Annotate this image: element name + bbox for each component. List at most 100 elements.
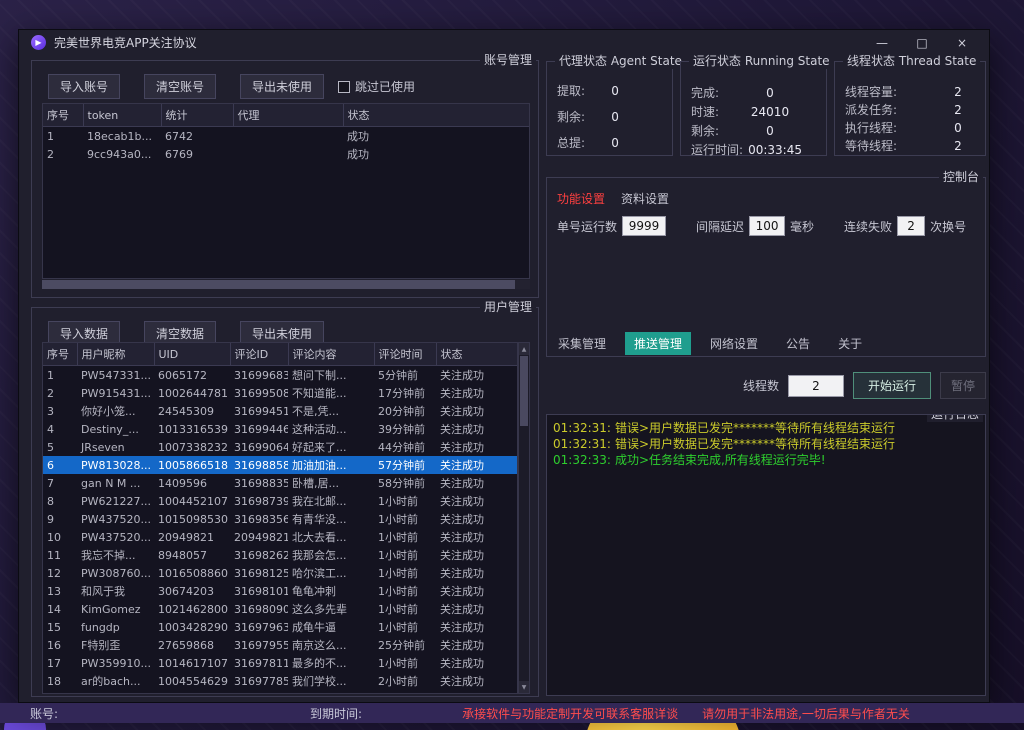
- state-label: 等待线程:: [845, 137, 897, 154]
- user-table-row[interactable]: 1 PW547331... 6065172 31699683 想问下制... 5…: [43, 366, 517, 385]
- cell-uid: 1003428290: [154, 618, 230, 636]
- state-label: 执行线程:: [845, 119, 897, 136]
- col-header-comment-id: 评论ID: [230, 343, 288, 366]
- user-table-row[interactable]: 15 fungdp 1003428290 31697963 成龟牛逼 1小时前 …: [43, 618, 517, 636]
- close-button[interactable]: ×: [947, 33, 977, 53]
- state-value: 0: [585, 110, 645, 124]
- user-table-row[interactable]: 3 你好小笼... 24545309 31699451 不是,凭... 20分钟…: [43, 402, 517, 420]
- user-table-row[interactable]: 6 PW813028... 1005866518 31698858 加油加油..…: [43, 456, 517, 474]
- module-tab[interactable]: 采集管理: [549, 332, 615, 355]
- user-table-row[interactable]: 7 gan N M ... 1409596 31698835 卧槽,居... 5…: [43, 474, 517, 492]
- user-table-row[interactable]: 4 Destiny_... 1013316539 31699446 这种活动..…: [43, 420, 517, 438]
- user-table-row[interactable]: 12 PW308760... 1016508860 31698125 哈尔滨工.…: [43, 564, 517, 582]
- cell-comment-time: 1小时前: [374, 582, 436, 600]
- app-window: ▶ 完美世界电竞APP关注协议 — □ × 账号管理 导入账号 清空账号 导出未…: [18, 29, 990, 703]
- clear-accounts-button[interactable]: 清空账号: [144, 74, 216, 99]
- cell-index: 19: [43, 690, 77, 694]
- module-tab[interactable]: 关于: [829, 332, 871, 355]
- desktop-background: ▶ 完美世界电竞APP关注协议 — □ × 账号管理 导入账号 清空账号 导出未…: [0, 0, 1024, 730]
- state-label: 完成:: [691, 84, 719, 101]
- scroll-up-icon[interactable]: ▲: [519, 343, 529, 355]
- cell-nickname: PW813028...: [77, 456, 154, 474]
- horizontal-scrollbar[interactable]: [42, 280, 530, 289]
- skip-used-checkbox[interactable]: 跳过已使用: [338, 78, 415, 95]
- cell-status: 关注成功: [436, 438, 517, 456]
- cell-comment-id: 31699508: [230, 384, 288, 402]
- module-tab-strip: 采集管理 推送管理 网络设置 公告 关于: [549, 332, 871, 355]
- cell-comment-time: 1小时前: [374, 600, 436, 618]
- col-header-token: token: [83, 104, 161, 127]
- account-table-row[interactable]: 2 9cc943a0... 6769 成功: [43, 145, 529, 163]
- user-table-row[interactable]: 19 和我排一... 19328481 31697674 埋兵怎么... 1小时…: [43, 690, 517, 694]
- cell-stats: 6742: [161, 127, 233, 146]
- module-tab[interactable]: 网络设置: [701, 332, 767, 355]
- agent-state-title: 代理状态 Agent State: [555, 53, 686, 69]
- cell-nickname: PW359910...: [77, 654, 154, 672]
- cell-nickname: PW915431...: [77, 384, 154, 402]
- account-panel-label: 账号管理: [480, 52, 536, 68]
- agent-state-panel: 代理状态 Agent State 提取: 0 剩余: 0 总提:: [546, 61, 673, 156]
- cell-comment-content: 埋兵怎么...: [288, 690, 374, 694]
- state-row: 线程容量: 2: [835, 83, 985, 100]
- user-table-row[interactable]: 17 PW359910... 1014617107 31697811 最多的不.…: [43, 654, 517, 672]
- user-table-row[interactable]: 9 PW437520... 1015098530 31698356 有青华没..…: [43, 510, 517, 528]
- user-table-row[interactable]: 8 PW621227... 1004452107 31698739 我在北邮..…: [43, 492, 517, 510]
- vertical-scrollbar-thumb[interactable]: [520, 356, 528, 426]
- function-settings-row: 单号运行数 间隔延迟 毫秒 连续失败 次换号: [557, 216, 966, 236]
- cell-uid: 24545309: [154, 402, 230, 420]
- fail-switch-input[interactable]: [897, 216, 925, 236]
- maximize-button[interactable]: □: [907, 33, 937, 53]
- module-tab[interactable]: 推送管理: [625, 332, 691, 355]
- user-panel-label: 用户管理: [480, 299, 536, 315]
- user-table-row[interactable]: 14 KimGomez 1021462800 31698090 这么多先辈 1小…: [43, 600, 517, 618]
- cell-uid: 1015098530: [154, 510, 230, 528]
- cell-comment-content: 好起来了...: [288, 438, 374, 456]
- cell-status: 关注成功: [436, 600, 517, 618]
- minimize-button[interactable]: —: [867, 33, 897, 53]
- per-account-run-input[interactable]: [622, 216, 666, 236]
- import-accounts-button[interactable]: 导入账号: [48, 74, 120, 99]
- user-table-row[interactable]: 16 F特别歪 27659868 31697955 南京这么... 25分钟前 …: [43, 636, 517, 654]
- cell-comment-time: 39分钟前: [374, 420, 436, 438]
- cell-index: 2: [43, 384, 77, 402]
- state-value: 2: [943, 85, 973, 99]
- checkbox-box-icon[interactable]: [338, 81, 350, 93]
- state-label: 总提:: [557, 134, 585, 151]
- state-value: 2: [943, 103, 973, 117]
- run-log-panel[interactable]: 运行日志 01:32:31:错误>用户数据已发完*******等待所有线程结束运…: [546, 414, 986, 696]
- statusbar-expiry-label: 到期时间:: [310, 705, 362, 722]
- interval-delay-input[interactable]: [749, 216, 785, 236]
- cell-comment-time: 1小时前: [374, 564, 436, 582]
- account-table-row[interactable]: 1 18ecab1b... 6742 成功: [43, 127, 529, 146]
- export-unused-accounts-button[interactable]: 导出未使用: [240, 74, 324, 99]
- scroll-down-icon[interactable]: ▼: [519, 681, 529, 693]
- user-table-row[interactable]: 10 PW437520... 20949821 20949821 北大去看...…: [43, 528, 517, 546]
- cell-status: 关注成功: [436, 672, 517, 690]
- cell-uid: 19328481: [154, 690, 230, 694]
- cell-comment-time: 1小时前: [374, 654, 436, 672]
- state-label: 线程容量:: [845, 83, 897, 100]
- user-table-row[interactable]: 13 和风于我 30674203 31698101 龟龟冲刺 1小时前 关注成功: [43, 582, 517, 600]
- user-table-row[interactable]: 18 ar的bach... 1004554629 31697785 我们学校..…: [43, 672, 517, 690]
- cell-comment-id: 20949821: [230, 528, 288, 546]
- cell-nickname: JRseven: [77, 438, 154, 456]
- cell-comment-id: 31699683: [230, 366, 288, 385]
- cell-comment-id: 31698101: [230, 582, 288, 600]
- vertical-scrollbar[interactable]: ▲ ▼: [518, 342, 530, 694]
- thread-count-input[interactable]: [788, 375, 844, 397]
- module-tab[interactable]: 公告: [777, 332, 819, 355]
- horizontal-scrollbar-thumb[interactable]: [42, 280, 515, 289]
- cell-uid: 1005866518: [154, 456, 230, 474]
- pause-button[interactable]: 暂停: [940, 372, 986, 399]
- state-label: 剩余:: [691, 122, 719, 139]
- cell-uid: 6065172: [154, 366, 230, 385]
- user-table-row[interactable]: 5 JRseven 1007338232 31699064 好起来了... 44…: [43, 438, 517, 456]
- col-header-status: 状态: [436, 343, 517, 366]
- user-table-row[interactable]: 2 PW915431... 1002644781 31699508 不知道能..…: [43, 384, 517, 402]
- state-value: 24010: [738, 105, 802, 119]
- start-run-button[interactable]: 开始运行: [853, 372, 931, 399]
- settings-tab[interactable]: 功能设置: [557, 190, 605, 207]
- user-table-row[interactable]: 11 我忘不掉... 8948057 31698262 我那会怎... 1小时前…: [43, 546, 517, 564]
- accounts-table: 序号 token 统计 代理 状态 1 18ecab1b...: [42, 103, 530, 279]
- settings-tab[interactable]: 资料设置: [621, 190, 669, 207]
